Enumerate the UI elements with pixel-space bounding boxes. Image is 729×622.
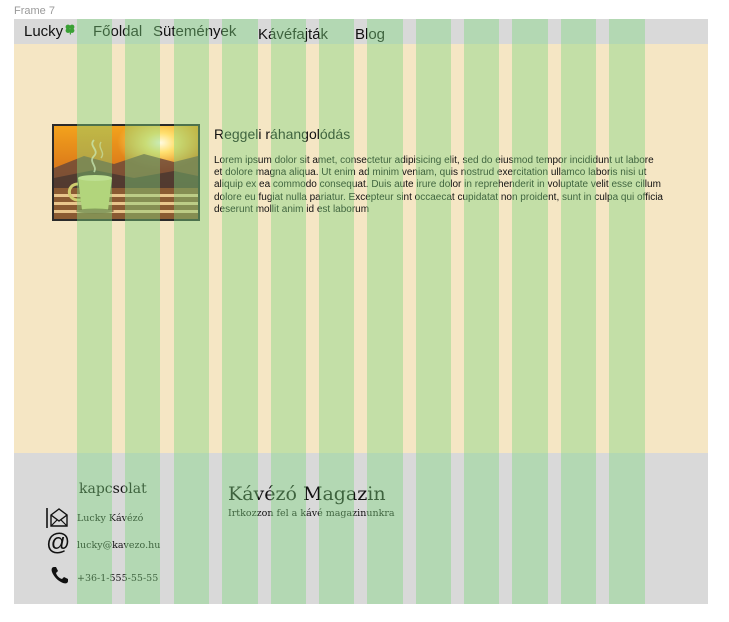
nav-link-fooldal[interactable]: Főoldal [93,23,142,40]
at-sign-icon: @ [46,529,71,556]
article-image [52,124,200,221]
contact-title: kapcsolat [79,481,147,497]
article-body: Lorem ipsum dolor sit amet, consectetur … [214,155,663,215]
mail-icon [46,508,68,528]
navbar: Lucky Főoldal Sütemények Kávéfajták Blog [14,19,708,44]
nav-link-kavefajtak[interactable]: Kávéfajták [258,26,328,43]
brand-name: Lucky [24,23,64,40]
magazine-title: Kávézó Magazin [228,483,386,505]
frame-label: Frame 7 [14,5,55,17]
nav-link-sutemenyek[interactable]: Sütemények [153,23,236,40]
contact-phone[interactable]: +36-1-555-55-55 [77,573,158,584]
contact-name: Lucky Kávézó [77,513,144,524]
contact-email[interactable]: lucky@kavezo.hu [77,540,160,551]
coffee-sunrise-photo [54,126,198,219]
footer: kapcsolat Lucky Kávézó @ lucky@kavezo.hu… [14,453,708,604]
frame: Lucky Főoldal Sütemények Kávéfajták Blog [14,19,708,604]
magazine-subtitle: Irtkozzon fel a kávé magazinunkra [228,508,395,519]
four-leaf-clover-icon [65,24,75,35]
phone-icon [51,567,68,584]
nav-link-blog[interactable]: Blog [355,26,385,43]
brand-logo[interactable]: Lucky [24,23,76,40]
article-title: Reggeli ráhangolódás [214,126,351,142]
